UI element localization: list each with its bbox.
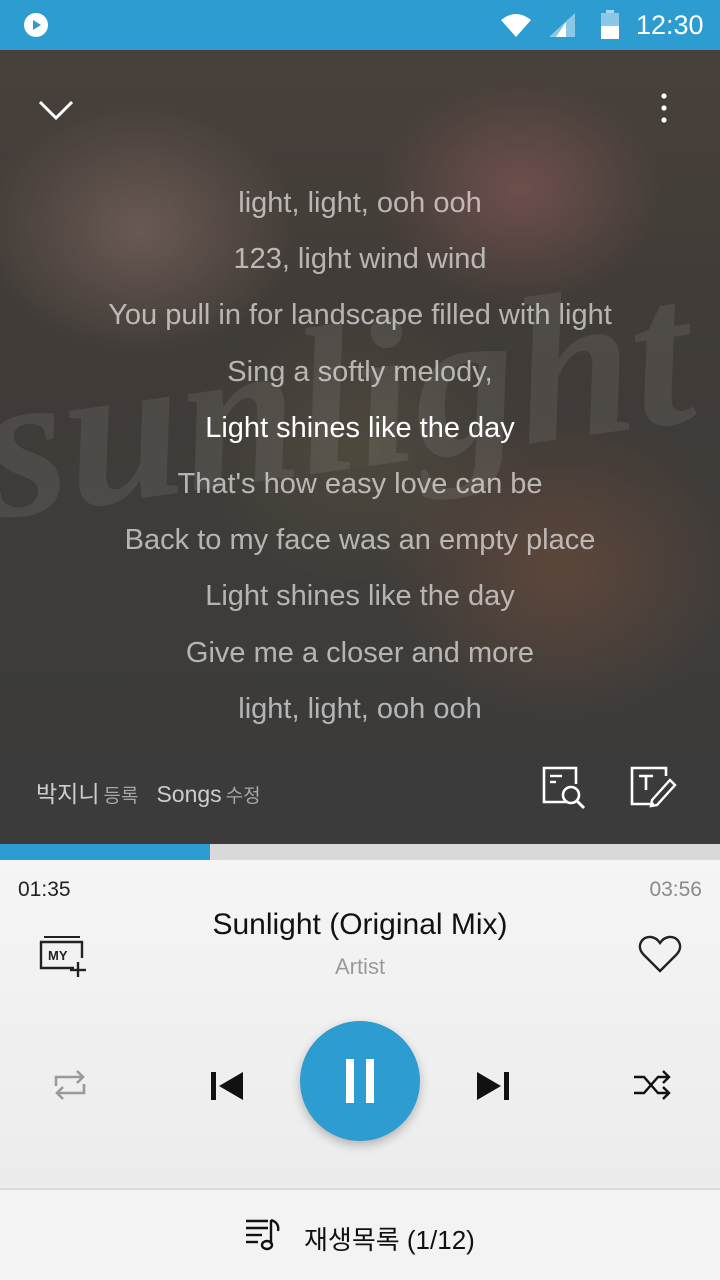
playback-progress-fill [0, 844, 211, 860]
playlist-label: 재생목록 (1/12) [304, 1225, 475, 1255]
signal-icon [549, 13, 575, 37]
battery-icon [601, 10, 619, 39]
pause-icon [346, 1059, 374, 1103]
next-track-icon[interactable] [474, 1066, 512, 1106]
lyricist-name: 박지니 [36, 781, 100, 807]
songs-edit-link[interactable]: 수정 [226, 786, 261, 807]
collapse-chevron-icon[interactable] [36, 90, 76, 130]
status-bar: 12:30 [0, 0, 720, 50]
total-time: 03:56 [649, 878, 702, 901]
add-my-label: MY [48, 948, 68, 963]
lyrics-edit-icon[interactable] [628, 766, 678, 812]
playlist-icon [246, 1218, 280, 1251]
add-to-my-list-icon[interactable]: MY [38, 934, 88, 978]
lyric-line[interactable]: light, light, ooh ooh [0, 175, 720, 231]
pause-button[interactable] [300, 1021, 420, 1141]
app-play-icon [24, 13, 48, 37]
lyric-line-current[interactable]: Light shines like the day [0, 400, 720, 456]
artist-name[interactable]: Artist [0, 954, 720, 980]
lyric-line[interactable]: Back to my face was an empty place [0, 512, 720, 568]
song-title: Sunlight (Original Mix) [212, 908, 508, 941]
playback-progress-bar[interactable] [0, 844, 720, 860]
lyrics-search-icon[interactable] [540, 766, 588, 812]
lyrics-list[interactable]: light, light, ooh ooh 123, light wind wi… [0, 175, 720, 737]
lyric-line[interactable]: That's how easy love can be [0, 456, 720, 512]
player-panel: 01:35 03:56 Sunlight (Original Mix) Arti… [0, 860, 720, 1188]
playlist-button[interactable]: 재생목록 (1/12) [0, 1188, 720, 1280]
elapsed-time: 01:35 [18, 878, 71, 901]
repeat-icon[interactable] [50, 1068, 90, 1102]
lyricist-register-link[interactable]: 등록 [103, 786, 138, 807]
more-options-icon[interactable] [650, 88, 678, 128]
lyric-line[interactable]: Light shines like the day [0, 568, 720, 624]
lyric-line[interactable]: light, light, ooh ooh [0, 681, 720, 737]
like-heart-icon[interactable] [638, 934, 682, 974]
lyric-line[interactable]: Give me a closer and more [0, 625, 720, 681]
shuffle-icon[interactable] [632, 1068, 672, 1102]
lyric-line[interactable]: 123, light wind wind [0, 231, 720, 287]
lyrics-credits: 박지니 등록 Songs 수정 [36, 775, 261, 809]
wifi-icon [501, 14, 531, 37]
lyric-line[interactable]: You pull in for landscape filled with li… [0, 287, 720, 343]
status-clock: 12:30 [636, 10, 704, 40]
songs-credit: Songs [156, 781, 222, 807]
lyrics-panel[interactable]: sunlight light, light, ooh ooh 123, ligh… [0, 50, 720, 844]
lyric-line[interactable]: Sing a softly melody, [0, 344, 720, 400]
previous-track-icon[interactable] [208, 1066, 246, 1106]
